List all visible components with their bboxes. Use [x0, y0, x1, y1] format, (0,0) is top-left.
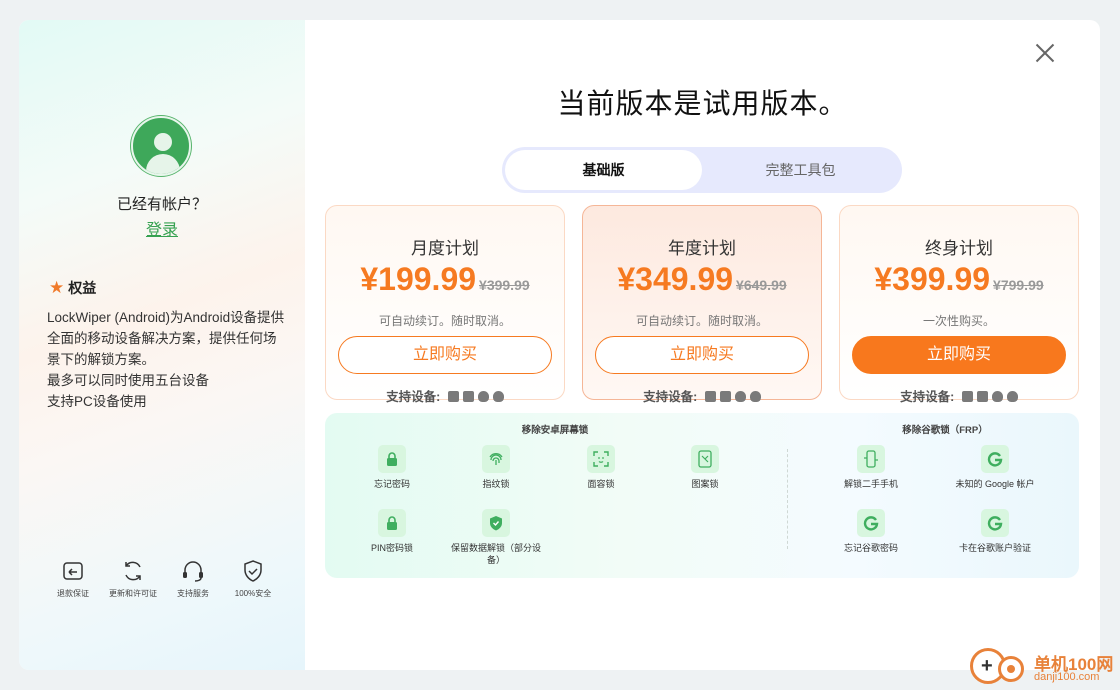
unlock-item-face: 面容锁 — [551, 445, 651, 490]
benefits-list: LockWiper (Android)为Android设备提供全面的移动设备解决… — [47, 307, 287, 412]
unlock-item-used-phone: 解锁二手手机 — [821, 445, 921, 490]
apple-icon — [492, 391, 504, 402]
buy-monthly-button[interactable]: 立即购买 — [338, 336, 552, 374]
current-price: ¥199.99 — [360, 261, 477, 297]
star-icon: ★ — [49, 278, 65, 297]
google-reset-icon — [857, 509, 885, 537]
edition-tabs: 基础版 完整工具包 — [502, 147, 902, 193]
benefit-item: 支持PC设备使用 — [47, 394, 147, 409]
plan-note: 一次性购买。 — [922, 314, 995, 328]
plan-price: ¥349.99 ¥649.99 — [583, 261, 821, 298]
buy-lifetime-button[interactable]: 立即购买 — [852, 336, 1066, 374]
plan-card-lifetime: 终身计划 ¥399.99 ¥799.99 一次性购买。 立即购买 支持设备: — [839, 205, 1079, 404]
unlock-item-keep-data: 保留数据解锁（部分设备） — [446, 509, 546, 566]
benefit-item: LockWiper (Android)为Android设备提供全面的移动设备解决… — [47, 310, 285, 367]
android-icon — [477, 391, 489, 402]
mac-finder-icon — [976, 391, 988, 402]
plan-card-yearly: 年度计划 ¥349.99 ¥649.99 可自动续订。随时取消。 立即购买 支持设… — [582, 205, 822, 404]
page-title: 当前版本是试用版本。 — [557, 88, 848, 119]
fingerprint-icon — [482, 445, 510, 473]
plan-note: 可自动续订。随时取消。 — [378, 314, 511, 328]
sidebar: 已经有帐户？ 登录 ★ 权益 LockWiper (Android)为Andro… — [19, 20, 305, 670]
has-account-text: 已经有帐户？ — [116, 196, 207, 213]
plan-price: ¥199.99 ¥399.99 — [326, 261, 564, 298]
unlock-item-forgot-google-password: 忘记谷歌密码 — [821, 509, 921, 554]
frp-group-title: 移除谷歌锁（FRP） — [902, 425, 988, 436]
login-link[interactable]: 登录 — [19, 216, 305, 240]
screen-lock-group-title: 移除安卓屏幕锁 — [521, 425, 589, 436]
pattern-icon — [691, 445, 719, 473]
plan-card-monthly: 月度计划 ¥199.99 ¥399.99 可自动续订。随时取消。 立即购买 支持设… — [325, 205, 565, 404]
current-price: ¥399.99 — [874, 261, 991, 297]
close-button[interactable] — [1032, 40, 1058, 66]
plan-name: 终身计划 — [925, 239, 993, 258]
google-icon — [981, 509, 1009, 537]
supported-devices: 支持设备: — [840, 386, 1078, 405]
guarantee-row: 退款保证 更新和许可证 支持服务 100%安全 — [43, 558, 283, 599]
face-scan-icon — [587, 445, 615, 473]
windows-icon — [447, 391, 459, 402]
google-account-icon — [981, 445, 1009, 473]
plan-name: 年度计划 — [668, 239, 736, 258]
original-price: ¥649.99 — [736, 277, 787, 293]
unlock-item-pattern: 图案锁 — [655, 445, 755, 490]
unlock-item-pin: PIN密码锁 — [342, 509, 442, 554]
benefit-item: 最多可以同时使用五台设备 — [47, 373, 209, 388]
plan-name: 月度计划 — [411, 239, 479, 258]
benefits-heading: ★ 权益 — [49, 278, 96, 298]
lock-icon — [378, 445, 406, 473]
tab-basic[interactable]: 基础版 — [505, 150, 702, 190]
feature-support: 支持服务 — [163, 558, 223, 599]
windows-icon — [961, 391, 973, 402]
windows-icon — [704, 391, 716, 402]
buy-yearly-button[interactable]: 立即购买 — [595, 336, 809, 374]
supported-devices: 支持设备: — [583, 386, 821, 405]
original-price: ¥399.99 — [479, 277, 530, 293]
mac-finder-icon — [719, 391, 731, 402]
unlock-item-google-verification: 卡在谷歌账户验证 — [945, 509, 1045, 554]
android-icon — [734, 391, 746, 402]
feature-updates: 更新和许可证 — [103, 558, 163, 599]
current-price: ¥349.99 — [617, 261, 734, 297]
plan-price: ¥399.99 ¥799.99 — [840, 261, 1078, 298]
unlock-features-panel: 移除安卓屏幕锁 移除谷歌锁（FRP） 忘记密码 指纹锁 面容锁 图案锁 PIN密… — [325, 413, 1079, 578]
feature-refund: 退款保证 — [43, 558, 103, 599]
supported-devices: 支持设备: — [326, 386, 564, 405]
headset-icon — [183, 561, 203, 582]
feature-security: 100%安全 — [223, 558, 283, 599]
site-watermark: 单机100网 danji100.com — [970, 646, 1120, 690]
mac-finder-icon — [462, 391, 474, 402]
original-price: ¥799.99 — [993, 277, 1044, 293]
refresh-icon — [125, 561, 141, 581]
watermark-url: danji100.com — [1034, 671, 1100, 683]
refund-icon — [63, 562, 83, 580]
shield-icon — [244, 560, 262, 582]
shield-check-icon — [482, 509, 510, 537]
tab-full-toolkit[interactable]: 完整工具包 — [702, 150, 899, 190]
pin-lock-icon — [378, 509, 406, 537]
avatar[interactable] — [131, 116, 191, 176]
plan-note: 可自动续订。随时取消。 — [635, 314, 768, 328]
apple-icon — [1006, 391, 1018, 402]
phone-icon — [857, 445, 885, 473]
apple-icon — [749, 391, 761, 402]
unlock-item-forgot-password: 忘记密码 — [342, 445, 442, 490]
benefits-title: 权益 — [68, 280, 97, 296]
unlock-item-unknown-google: 未知的 Google 帐户 — [945, 445, 1045, 490]
android-icon — [991, 391, 1003, 402]
unlock-item-fingerprint: 指纹锁 — [446, 445, 546, 490]
group-divider — [787, 449, 788, 549]
watermark-logo-dot-icon — [998, 656, 1024, 682]
